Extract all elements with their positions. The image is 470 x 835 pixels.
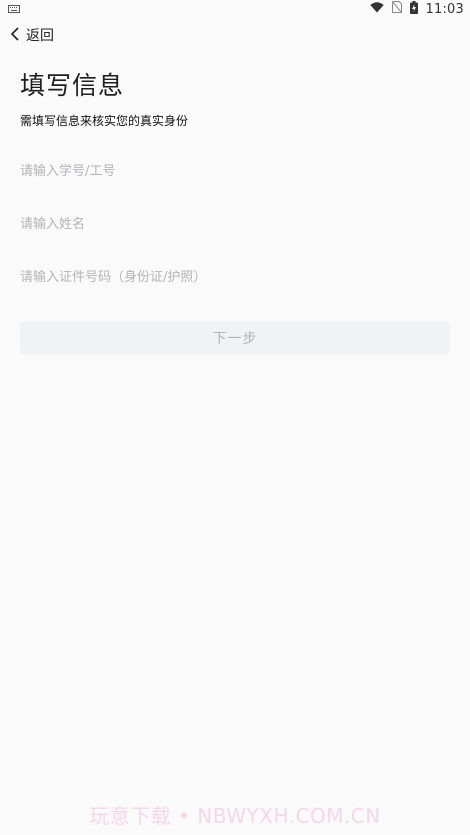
chevron-left-icon xyxy=(10,26,20,45)
document-number-input[interactable] xyxy=(20,265,450,289)
page-title: 填写信息 xyxy=(20,71,125,100)
back-label: 返回 xyxy=(26,28,54,44)
status-time: 11:03 xyxy=(425,1,464,17)
app-screen: 11:03 返回 填写信息 需填写信息来核实您的真实身份 下一步 玩意下载 • … xyxy=(0,0,470,835)
page-subtitle: 需填写信息来核实您的真实身份 xyxy=(20,114,189,128)
no-sim-icon xyxy=(391,0,402,17)
keyboard-icon xyxy=(8,2,20,17)
status-bar: 11:03 xyxy=(0,0,470,18)
back-button[interactable]: 返回 xyxy=(10,24,54,46)
watermark: 玩意下载 • NBWYXH.COM.CN xyxy=(89,804,381,828)
battery-charging-icon xyxy=(409,0,418,18)
next-button[interactable]: 下一步 xyxy=(20,321,450,355)
name-input[interactable] xyxy=(20,212,450,236)
wifi-icon xyxy=(369,1,384,17)
student-id-input[interactable] xyxy=(20,159,450,183)
